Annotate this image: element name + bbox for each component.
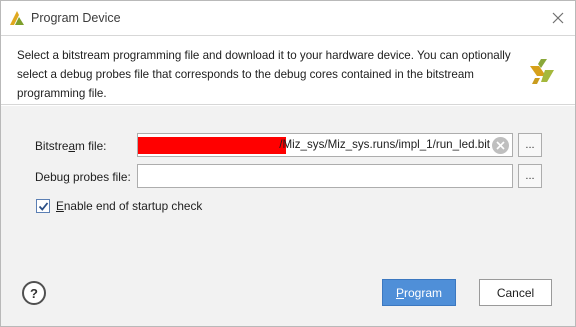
clear-x-icon	[496, 141, 505, 150]
checkmark-icon	[38, 201, 48, 211]
close-icon	[552, 12, 564, 24]
title-bar: Program Device	[1, 1, 575, 35]
program-device-dialog: Program Device Select a bitstream progra…	[0, 0, 576, 327]
xilinx-logo-icon	[530, 59, 554, 84]
close-button[interactable]	[547, 7, 569, 29]
description-text: Select a bitstream programming file and …	[17, 49, 511, 100]
bitstream-file-value: /Miz_sys/Miz_sys.runs/impl_1/run_led.bit	[279, 138, 490, 151]
startup-check-checkbox[interactable]	[36, 199, 50, 213]
description-panel: Select a bitstream programming file and …	[1, 35, 575, 105]
bitstream-file-input[interactable]: /Miz_sys/Miz_sys.runs/impl_1/run_led.bit	[137, 133, 513, 157]
debug-probes-file-label: Debug probes file:	[35, 170, 131, 184]
window-title: Program Device	[31, 11, 121, 25]
clear-button[interactable]	[492, 137, 509, 154]
debug-probes-file-input[interactable]	[137, 164, 513, 188]
debug-probes-browse-button[interactable]: ...	[518, 164, 542, 188]
help-button[interactable]: ?	[22, 281, 46, 305]
redacted-path-block	[138, 137, 286, 154]
cancel-button[interactable]: Cancel	[479, 279, 552, 306]
bitstream-file-label: Bitstream file:	[35, 139, 107, 153]
bitstream-browse-button[interactable]: ...	[518, 133, 542, 157]
vivado-logo-icon	[10, 11, 24, 25]
program-button[interactable]: Program	[382, 279, 456, 306]
startup-check-label[interactable]: Enable end of startup check	[56, 199, 202, 213]
